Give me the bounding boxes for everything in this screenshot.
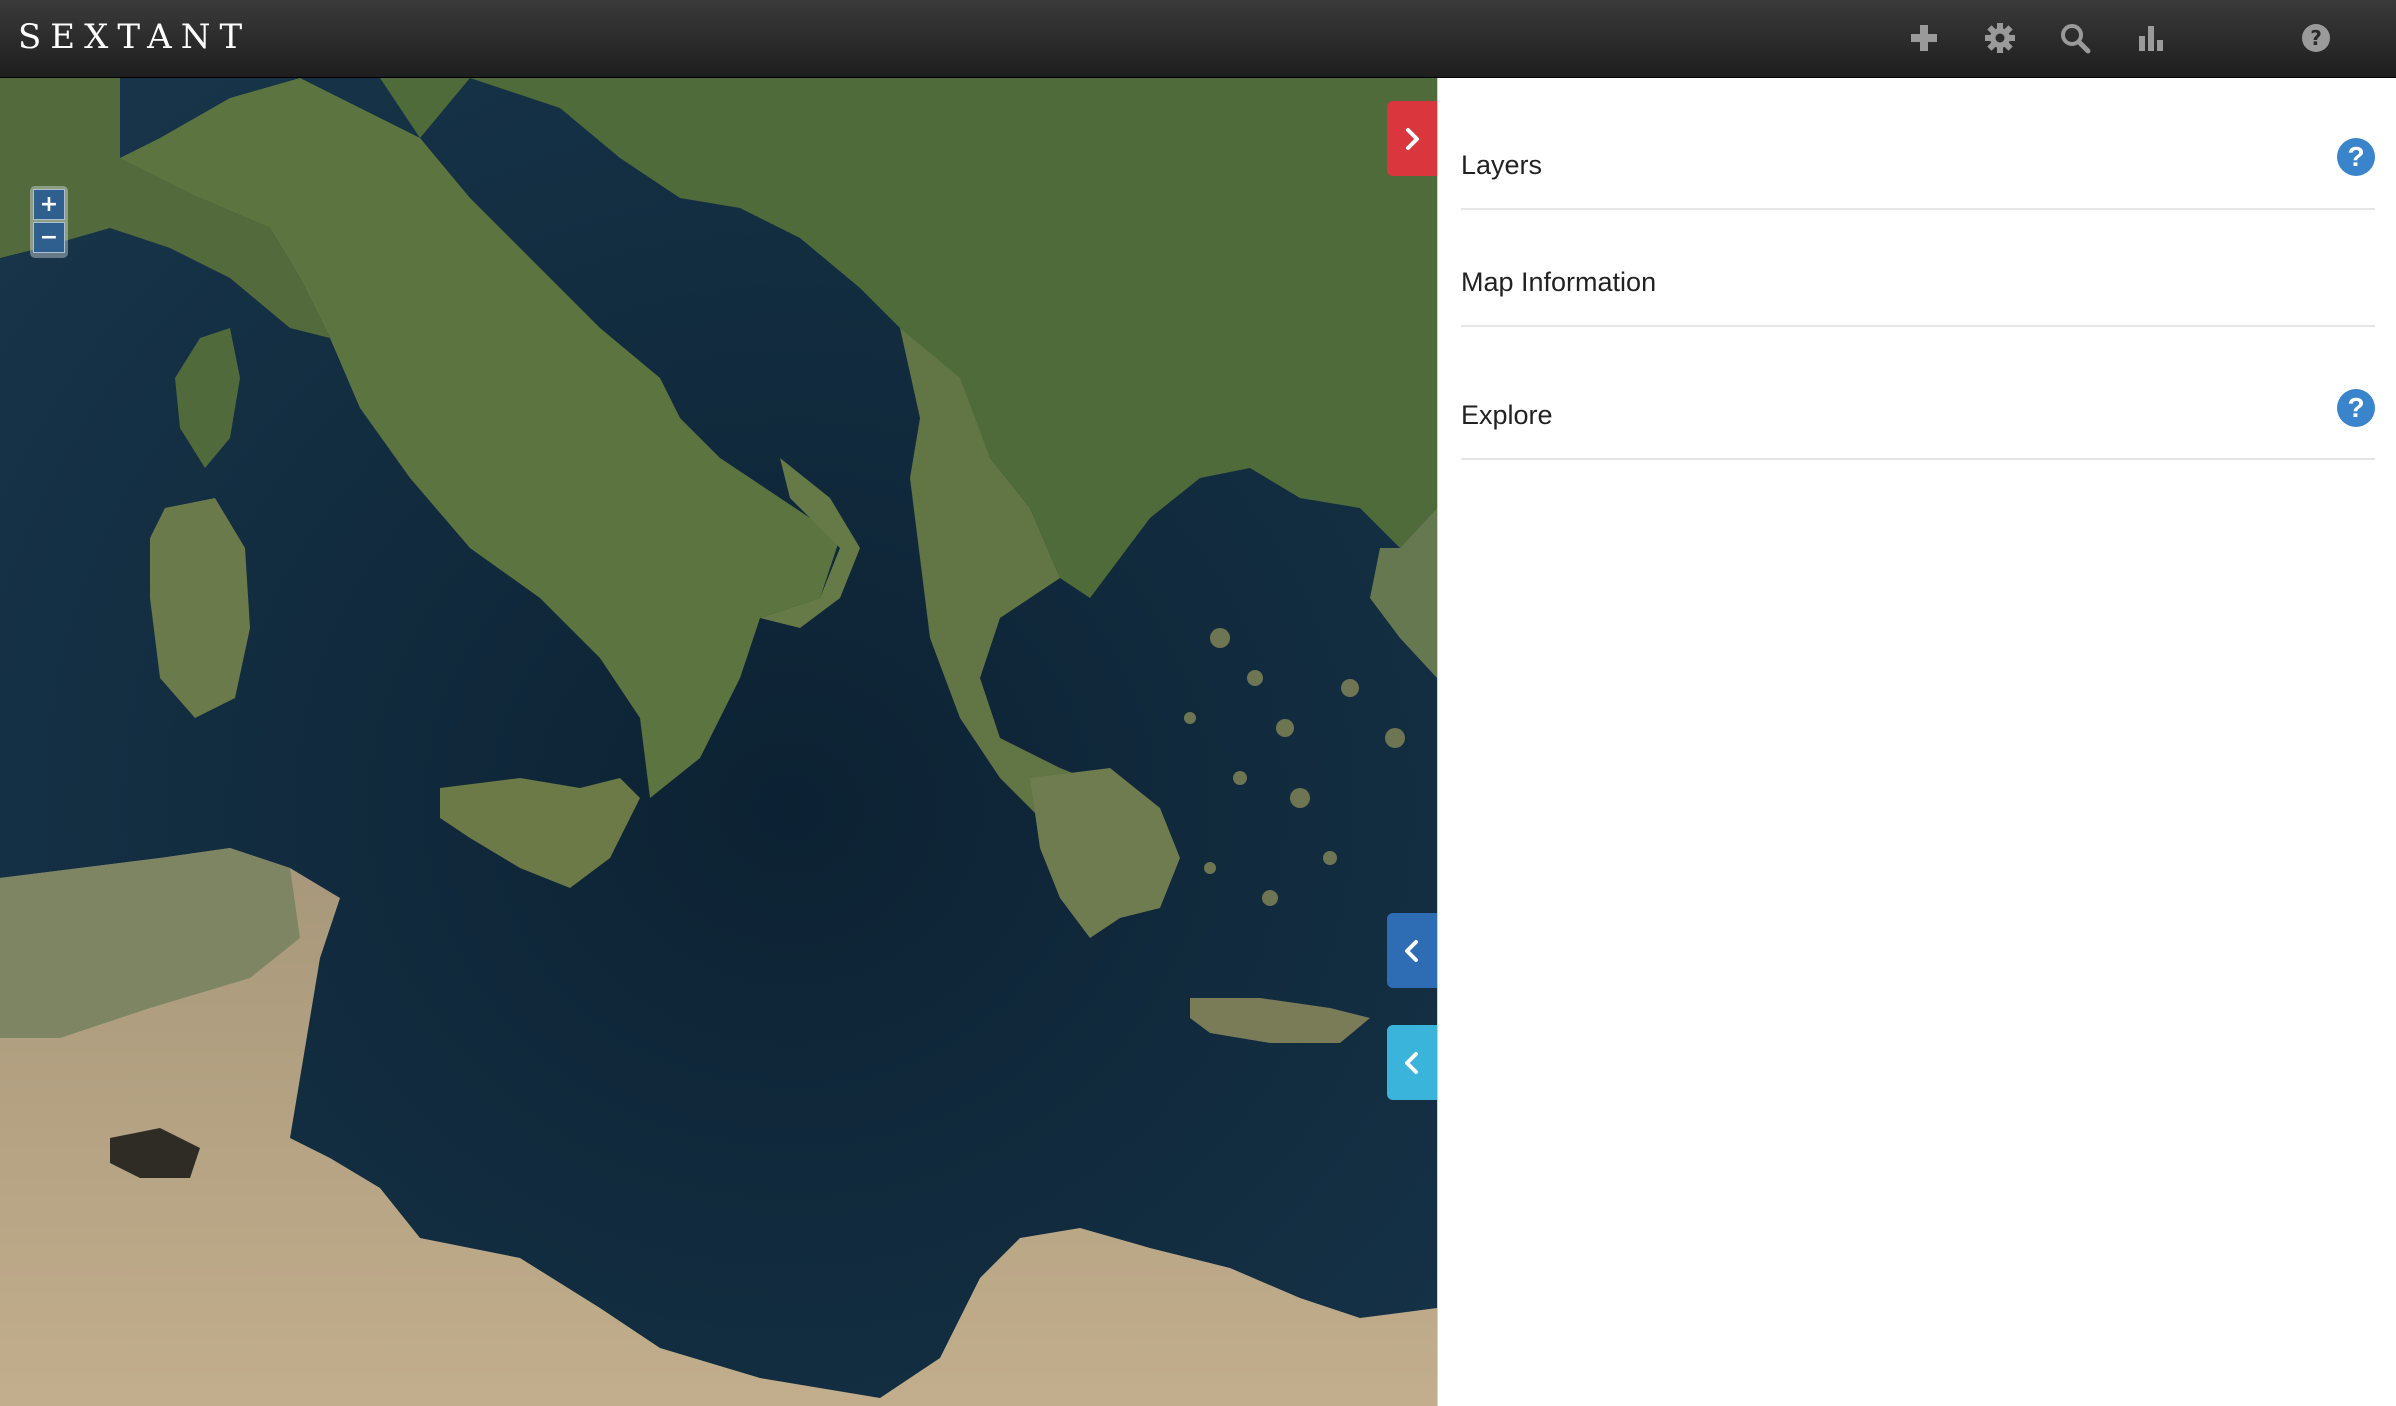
gear-icon[interactable] xyxy=(1980,18,2020,58)
section-title-explore[interactable]: Explore xyxy=(1461,398,1553,432)
layers-help-icon[interactable]: ? xyxy=(2337,138,2375,176)
expand-left-tab-blue[interactable] xyxy=(1387,913,1437,988)
chevron-left-icon xyxy=(1405,939,1418,962)
app-title: SEXTANT xyxy=(18,17,252,57)
zoom-in-button[interactable]: + xyxy=(33,189,65,220)
expand-left-tab-cyan[interactable] xyxy=(1387,1025,1437,1100)
chevron-left-icon xyxy=(1405,1051,1418,1074)
section-title-map-information[interactable]: Map Information xyxy=(1461,265,1656,299)
section-title-layers[interactable]: Layers xyxy=(1461,148,1542,182)
satellite-map[interactable]: + − xyxy=(0,78,1437,1406)
side-panel: Layers ? Map Information Explore ? xyxy=(1437,78,2396,1406)
satellite-basemap-image xyxy=(0,78,1437,1406)
layers-section[interactable]: Layers ? xyxy=(1461,78,2375,210)
zoom-control: + − xyxy=(30,186,68,258)
help-icon[interactable]: ? xyxy=(2296,18,2336,58)
explore-section[interactable]: Explore ? xyxy=(1461,325,2375,460)
zoom-out-button[interactable]: − xyxy=(33,222,65,253)
add-icon[interactable] xyxy=(1904,18,1944,58)
explore-help-icon[interactable]: ? xyxy=(2337,389,2375,427)
chevron-right-icon xyxy=(1406,127,1419,150)
collapse-panel-tab[interactable] xyxy=(1387,101,1437,176)
svg-text:?: ? xyxy=(2310,26,2322,50)
bar-chart-icon[interactable] xyxy=(2131,18,2171,58)
search-icon[interactable] xyxy=(2055,18,2095,58)
top-navigation-bar: SEXTANT ? xyxy=(0,0,2396,78)
map-information-section[interactable]: Map Information xyxy=(1461,208,2375,327)
